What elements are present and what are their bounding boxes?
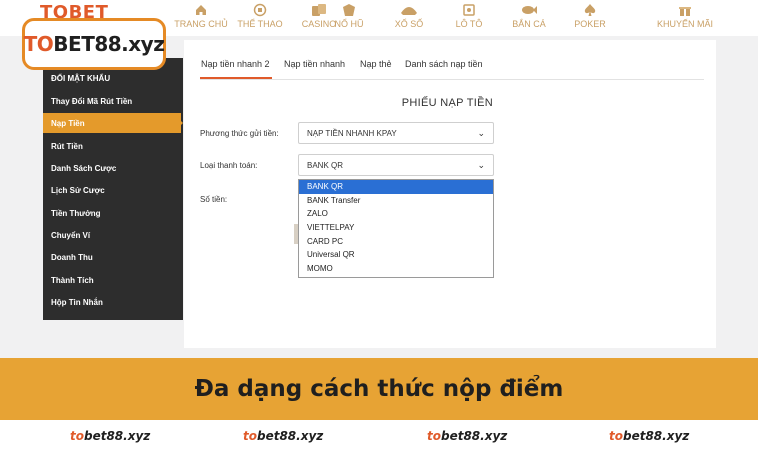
nav-item-sports[interactable]: THỂ THAO bbox=[227, 3, 293, 29]
chevron-down-icon: ⌄ bbox=[477, 127, 485, 138]
payment-type-value: BANK QR bbox=[307, 160, 344, 170]
slot-icon bbox=[343, 4, 355, 16]
nav-item-poker[interactable]: POKER bbox=[557, 3, 623, 29]
sports-icon bbox=[253, 3, 267, 17]
nav-label: BẮN CÁ bbox=[512, 19, 546, 29]
watermark-text: tobet88.xyz bbox=[427, 429, 508, 443]
sidebar-item-revenue[interactable]: Doanh Thu bbox=[51, 253, 93, 262]
sidebar-item-achievements[interactable]: Thành Tích bbox=[51, 276, 94, 285]
nav-label: NỔ HŨ bbox=[334, 19, 364, 29]
active-indicator-arrow bbox=[177, 117, 183, 129]
method-label: Phương thức gửi tiền: bbox=[200, 129, 279, 138]
sidebar-item-bet-list[interactable]: Danh Sách Cược bbox=[51, 164, 116, 173]
chevron-down-icon: ⌄ bbox=[477, 159, 485, 170]
home-icon bbox=[196, 5, 206, 15]
sidebar-item-label: Nạp Tiền bbox=[51, 119, 85, 128]
tab-divider bbox=[200, 79, 704, 80]
method-select[interactable]: NẠP TIỀN NHANH KPAY ⌄ bbox=[298, 122, 494, 144]
nav-label: LÔ TÔ bbox=[455, 19, 483, 29]
dropdown-option-universal-qr[interactable]: Universal QR bbox=[299, 248, 493, 262]
nav-label: XỔ SỐ bbox=[394, 19, 424, 29]
sidebar-item-withdraw[interactable]: Rút Tiền bbox=[51, 142, 83, 151]
payment-type-select[interactable]: BANK QR ⌄ bbox=[298, 154, 494, 176]
nav-item-home[interactable]: TRANG CHỦ bbox=[168, 3, 234, 29]
sidebar-item-wallet-transfer[interactable]: Chuyển Ví bbox=[51, 231, 90, 240]
fish-icon bbox=[522, 6, 537, 14]
logo-text-to: TO bbox=[23, 32, 54, 56]
gift-icon bbox=[679, 6, 691, 16]
spade-icon bbox=[584, 4, 596, 16]
logo-text-bet: BET88.xyz bbox=[53, 32, 165, 56]
nav-item-fish[interactable]: BẮN CÁ bbox=[496, 3, 562, 29]
footer-watermarks: tobet88.xyz tobet88.xyz tobet88.xyz tobe… bbox=[0, 420, 758, 450]
lottery-icon bbox=[401, 7, 417, 15]
nav-label: THỂ THAO bbox=[237, 19, 283, 29]
nav-label: TRANG CHỦ bbox=[174, 19, 228, 29]
sidebar-item-bonus[interactable]: Tiền Thưởng bbox=[51, 209, 101, 218]
tab-deposit-list[interactable]: Danh sách nạp tiền bbox=[405, 59, 483, 69]
form-title: PHIẾU NẠP TIỀN bbox=[401, 97, 493, 109]
sidebar-item-bet-history[interactable]: Lịch Sử Cược bbox=[51, 186, 105, 195]
dropdown-option-momo[interactable]: MOMO bbox=[299, 262, 493, 276]
dropdown-option-bank-transfer[interactable]: BANK Transfer bbox=[299, 194, 493, 208]
deposit-panel: Nạp tiền nhanh 2 Nạp tiền nhanh Nạp thẻ … bbox=[184, 40, 716, 348]
nav-label: POKER bbox=[574, 19, 606, 29]
sidebar-item-inbox[interactable]: Hộp Tin Nhắn bbox=[51, 298, 103, 307]
sidebar-item-change-password[interactable]: ĐỔI MẬT KHẨU bbox=[51, 74, 110, 83]
nav-item-promotions[interactable]: KHUYẾN MÃI bbox=[652, 3, 718, 29]
watermark-text: tobet88.xyz bbox=[609, 429, 690, 443]
payment-type-dropdown[interactable]: BANK QR BANK Transfer ZALO VIETTELPAY CA… bbox=[298, 179, 494, 278]
nav-label: KHUYẾN MÃI bbox=[656, 19, 713, 29]
nav-item-slots[interactable]: NỔ HŨ bbox=[316, 3, 382, 29]
dropdown-option-bank-qr[interactable]: BANK QR bbox=[299, 180, 493, 194]
watermark-text: tobet88.xyz bbox=[70, 429, 151, 443]
sidebar-item-change-withdraw-code[interactable]: Thay Đổi Mã Rút Tiền bbox=[51, 97, 132, 106]
amount-label: Số tiền: bbox=[200, 195, 228, 204]
brand-logo: TOBET88.xyz bbox=[22, 18, 166, 70]
tab-fast-deposit-2[interactable]: Nạp tiền nhanh 2 bbox=[201, 59, 270, 69]
caption-text: Đa dạng cách thức nộp điểm bbox=[194, 376, 564, 402]
sidebar-item-deposit[interactable]: Nạp Tiền bbox=[43, 113, 181, 133]
tab-fast-deposit[interactable]: Nạp tiền nhanh bbox=[284, 59, 345, 69]
account-sidebar: ĐỔI MẬT KHẨU Thay Đổi Mã Rút Tiền Rút Ti… bbox=[43, 58, 183, 320]
watermark-text: tobet88.xyz bbox=[243, 429, 324, 443]
dropdown-option-card-pc[interactable]: CARD PC bbox=[299, 235, 493, 249]
dropdown-option-zalo[interactable]: ZALO bbox=[299, 207, 493, 221]
lotto-icon bbox=[463, 4, 475, 16]
method-select-value: NẠP TIỀN NHANH KPAY bbox=[307, 128, 397, 138]
caption-banner: Đa dạng cách thức nộp điểm bbox=[0, 358, 758, 420]
nav-item-lotto[interactable]: LÔ TÔ bbox=[436, 3, 502, 29]
dropdown-option-viettelpay[interactable]: VIETTELPAY bbox=[299, 221, 493, 235]
tab-card-deposit[interactable]: Nạp thẻ bbox=[360, 59, 392, 69]
payment-type-label: Loại thanh toán: bbox=[200, 161, 258, 170]
nav-item-lottery[interactable]: XỔ SỐ bbox=[376, 3, 442, 29]
